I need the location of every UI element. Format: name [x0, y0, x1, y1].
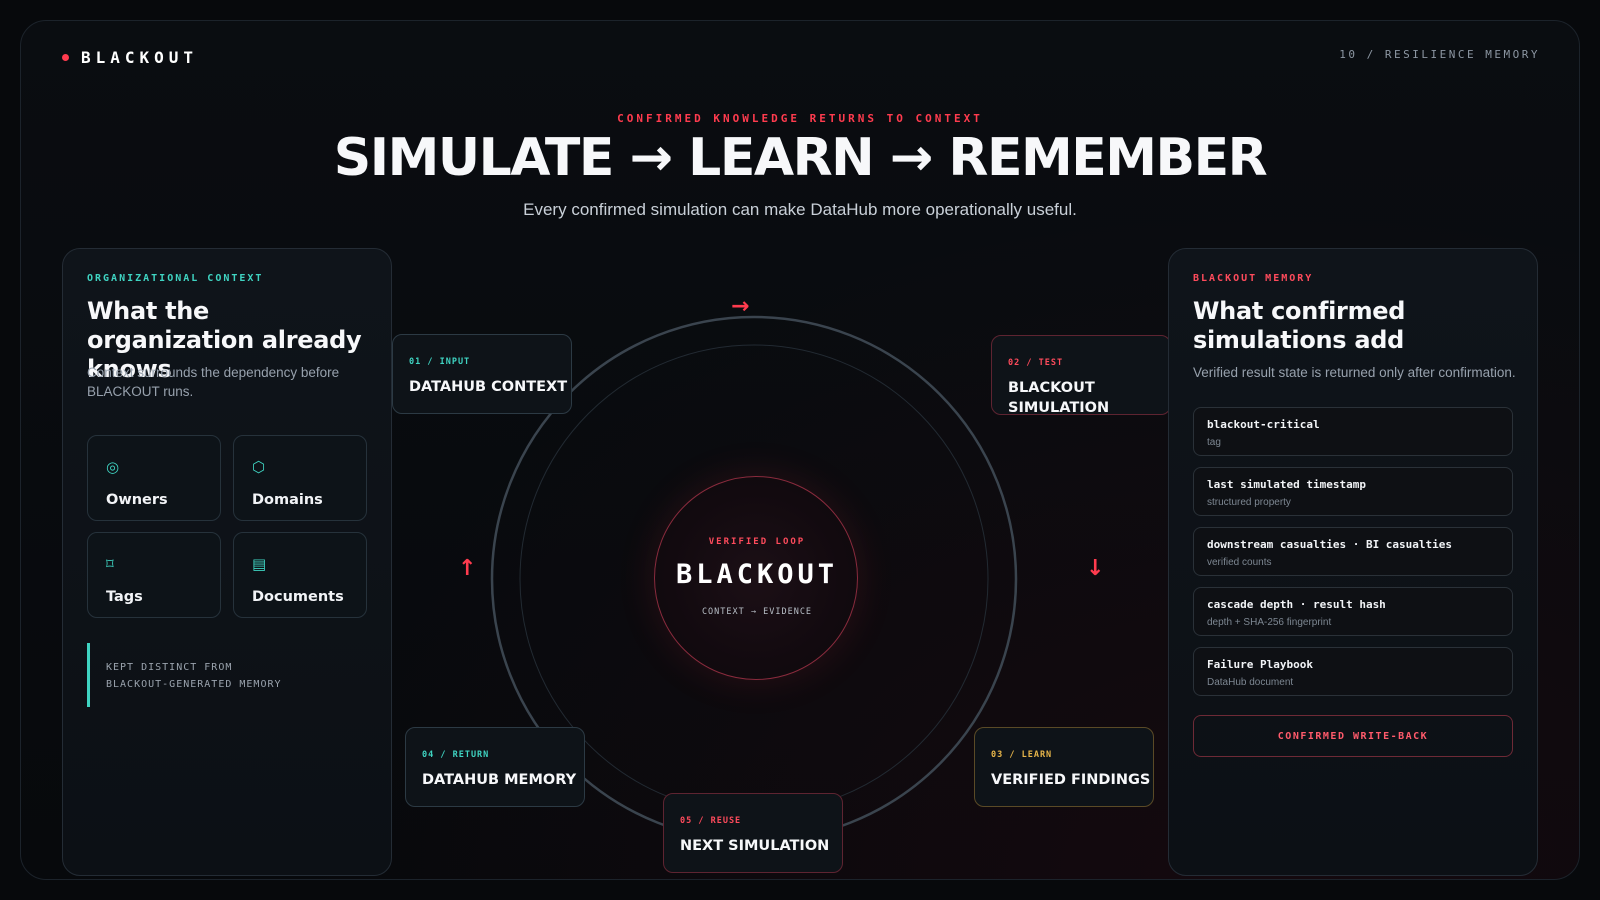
node-verified-findings[interactable]: 03 / LEARN VERIFIED FINDINGS	[974, 727, 1154, 807]
tile-label: Domains	[252, 492, 323, 508]
hero-subtitle: Every confirmed simulation can make Data…	[523, 200, 1077, 219]
node-title: DATAHUB CONTEXT	[409, 379, 568, 395]
confirmed-write-back-button[interactable]: CONFIRMED WRITE-BACK	[1193, 715, 1513, 757]
node-step: 05 / REUSE	[680, 816, 742, 826]
node-blackout-simulation[interactable]: 02 / TEST BLACKOUT SIMULATION	[991, 335, 1171, 416]
tile-tags[interactable]: ⌑ Tags	[87, 532, 221, 618]
tile-domains[interactable]: ⬡ Domains	[233, 435, 367, 521]
brand-dot-icon	[62, 54, 69, 61]
memory-item-playbook: Failure Playbook DataHub document	[1193, 647, 1513, 696]
tag-icon: ⌑	[106, 555, 114, 573]
node-next-simulation[interactable]: 05 / REUSE NEXT SIMULATION	[663, 793, 843, 873]
memory-item-casualties: downstream casualties · BI casualties ve…	[1193, 527, 1513, 576]
note-line: BLACKOUT-GENERATED MEMORY	[106, 679, 282, 690]
target-icon: ◎	[106, 458, 120, 476]
arrow-up-icon: ↑	[458, 556, 477, 581]
memory-item-title: blackout-critical	[1207, 418, 1320, 431]
memory-item-title: last simulated timestamp	[1207, 478, 1366, 491]
node-step: 02 / TEST	[1008, 358, 1064, 368]
node-title: BLACKOUT SIMULATION	[1008, 380, 1110, 416]
right-panel-eyebrow: BLACKOUT MEMORY	[1193, 273, 1314, 284]
core-title: BLACKOUT	[675, 559, 839, 590]
tile-owners[interactable]: ◎ Owners	[87, 435, 221, 521]
memory-item-title: downstream casualties · BI casualties	[1207, 538, 1453, 551]
slide-label: 10 / RESILIENCE MEMORY	[1339, 48, 1540, 61]
left-panel-description: Context surrounds the dependency before …	[87, 365, 340, 399]
document-icon: ▤	[252, 555, 267, 573]
core-subtitle: CONTEXT → EVIDENCE	[701, 607, 813, 617]
memory-item-subtitle: depth + SHA-256 fingerprint	[1207, 617, 1332, 628]
memory-item-title: cascade depth · result hash	[1207, 598, 1386, 611]
hero-title: SIMULATE → LEARN → REMEMBER	[333, 128, 1268, 188]
memory-item-timestamp: last simulated timestamp structured prop…	[1193, 467, 1513, 516]
tile-label: Documents	[252, 589, 344, 605]
node-step: 04 / RETURN	[422, 750, 490, 760]
left-panel-eyebrow: ORGANIZATIONAL CONTEXT	[87, 273, 264, 284]
memory-item-subtitle: tag	[1207, 437, 1221, 448]
tile-label: Owners	[106, 492, 168, 508]
right-panel-description: Verified result state is returned only a…	[1193, 365, 1516, 380]
node-datahub-memory[interactable]: 04 / RETURN DATAHUB MEMORY	[405, 727, 585, 807]
blackout-memory-panel: BLACKOUT MEMORY What confirmed simulatio…	[1168, 248, 1538, 876]
memory-item-tag: blackout-critical tag	[1193, 407, 1513, 456]
note-line: KEPT DISTINCT FROM	[106, 662, 233, 673]
memory-item-subtitle: DataHub document	[1207, 677, 1294, 688]
tile-documents[interactable]: ▤ Documents	[233, 532, 367, 618]
memory-item-cascade: cascade depth · result hash depth + SHA-…	[1193, 587, 1513, 636]
node-step: 03 / LEARN	[991, 750, 1053, 760]
hero-kicker: CONFIRMED KNOWLEDGE RETURNS TO CONTEXT	[617, 112, 983, 125]
node-title: VERIFIED FINDINGS	[991, 772, 1151, 788]
right-panel-title: What confirmed simulations add	[1193, 297, 1406, 354]
arrow-right-icon: →	[731, 294, 750, 319]
verified-loop-core: VERIFIED LOOP BLACKOUT CONTEXT → EVIDENC…	[654, 476, 858, 680]
distinction-note: KEPT DISTINCT FROM BLACKOUT-GENERATED ME…	[87, 643, 347, 707]
memory-item-subtitle: verified counts	[1207, 557, 1272, 568]
arrow-down-icon: ↓	[1086, 556, 1105, 581]
core-kicker: VERIFIED LOOP	[708, 537, 806, 547]
node-step: 01 / INPUT	[409, 357, 471, 367]
node-title: DATAHUB MEMORY	[422, 772, 577, 788]
node-datahub-context[interactable]: 01 / INPUT DATAHUB CONTEXT	[392, 334, 572, 414]
brand: BLACKOUT	[62, 48, 198, 67]
node-title: NEXT SIMULATION	[680, 838, 830, 854]
organizational-context-panel: ORGANIZATIONAL CONTEXT What the organiza…	[62, 248, 392, 876]
memory-item-subtitle: structured property	[1207, 497, 1291, 508]
tile-label: Tags	[106, 589, 143, 605]
brand-name: BLACKOUT	[81, 48, 199, 67]
memory-item-title: Failure Playbook	[1207, 658, 1313, 671]
hexagon-icon: ⬡	[252, 458, 266, 476]
